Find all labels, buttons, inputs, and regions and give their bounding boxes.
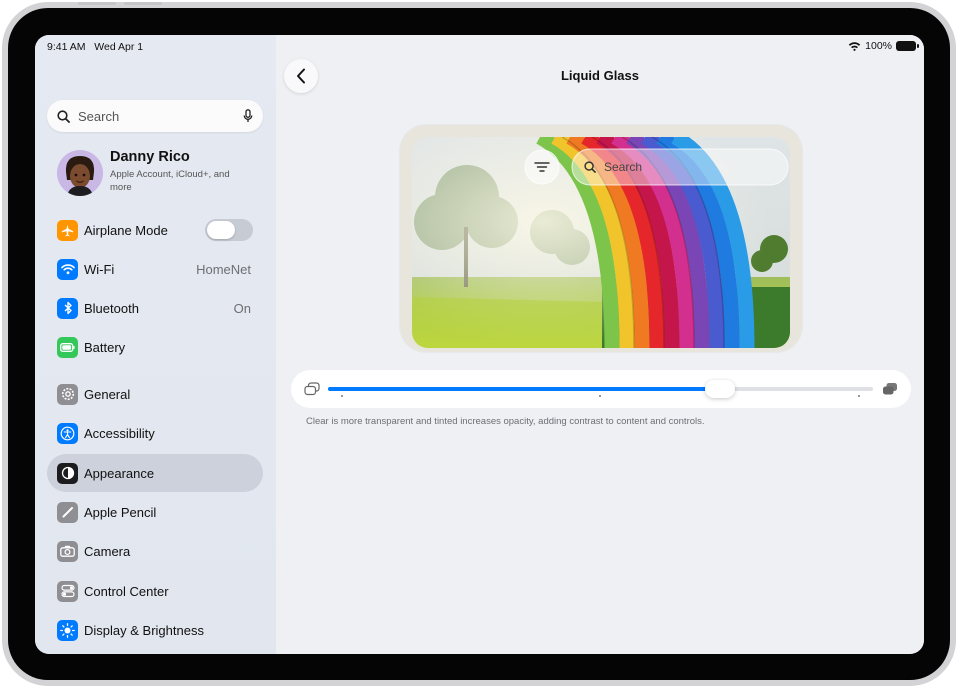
sidebar-item-camera[interactable]: Camera — [47, 532, 263, 570]
sidebar-item-wifi[interactable]: Wi-Fi HomeNet — [47, 250, 263, 288]
wifi-icon — [57, 258, 78, 280]
profile-name: Danny Rico — [110, 149, 190, 165]
airplane-icon — [57, 219, 78, 241]
sidebar-item-airplane-mode[interactable]: Airplane Mode — [47, 211, 263, 249]
liquid-glass-preview-frame: Search — [400, 125, 802, 352]
sidebar-item-value: HomeNet — [196, 261, 251, 277]
slider-caption: Clear is more transparent and tinted inc… — [306, 416, 705, 427]
status-date-text: Wed Apr 1 — [94, 41, 144, 53]
status-time-text: 9:41 AM — [47, 41, 86, 53]
status-time: 9:41 AM Wed Apr 1 — [47, 41, 143, 53]
volume-button — [124, 2, 162, 5]
sidebar-item-control-center[interactable]: Control Center — [47, 572, 263, 610]
sidebar-item-display-brightness[interactable]: Display & Brightness — [47, 611, 263, 649]
glass-opacity-slider-card — [291, 370, 911, 408]
clear-glass-icon — [304, 382, 320, 396]
control-center-icon — [57, 580, 78, 602]
avatar — [57, 150, 103, 196]
screen: 9:41 AM Wed Apr 1 Search Danny Rico Appl — [35, 35, 924, 654]
sidebar-item-value: On — [233, 300, 251, 316]
appearance-icon — [57, 462, 78, 484]
sidebar-item-label: Airplane Mode — [84, 222, 168, 238]
sidebar-item-bluetooth[interactable]: Bluetooth On — [47, 289, 263, 327]
page-title: Liquid Glass — [560, 68, 639, 83]
toggle-knob — [207, 221, 235, 239]
sidebar-item-appearance[interactable]: Appearance — [47, 454, 263, 492]
wifi-status-icon — [848, 42, 861, 51]
battery-status-icon — [896, 41, 919, 51]
gear-icon — [57, 383, 78, 405]
liquid-glass-preview-image: Search — [412, 137, 790, 348]
preview-search-field: Search — [572, 149, 788, 185]
airplane-mode-toggle[interactable] — [205, 219, 253, 241]
profile-subtitle: Apple Account, iCloud+, and more — [110, 169, 230, 193]
pencil-icon — [57, 501, 78, 523]
sidebar-item-label: Appearance — [84, 465, 155, 481]
slider-tick — [858, 395, 860, 397]
sidebar-item-general[interactable]: General — [47, 375, 263, 413]
camera-icon — [57, 540, 78, 562]
sidebar-item-label: General — [84, 386, 131, 402]
preview-search-placeholder: Search — [604, 160, 643, 174]
glass-opacity-slider[interactable] — [328, 380, 873, 398]
main-panel: 100% Liquid Glass Search Clear is more t… — [276, 35, 924, 654]
slider-tick — [341, 395, 343, 397]
sun-icon — [57, 619, 78, 641]
search-icon — [584, 161, 596, 173]
sidebar-item-label: Control Center — [84, 583, 169, 599]
sidebar-item-label: Bluetooth — [84, 300, 139, 316]
account-profile[interactable]: Danny Rico Apple Account, iCloud+, and m… — [47, 145, 263, 201]
slider-thumb[interactable] — [705, 380, 736, 398]
sidebar-item-label: Wi-Fi — [84, 261, 115, 277]
filter-button[interactable] — [525, 150, 559, 184]
accessibility-icon — [57, 422, 78, 444]
sidebar-item-label: Camera — [84, 543, 131, 559]
sidebar-item-label: Apple Pencil — [84, 504, 157, 520]
volume-button — [78, 2, 116, 5]
sidebar-item-apple-pencil[interactable]: Apple Pencil — [47, 493, 263, 531]
status-indicators: 100% — [848, 40, 919, 52]
filter-icon — [534, 162, 550, 172]
sidebar: 9:41 AM Wed Apr 1 Search Danny Rico Appl — [35, 35, 276, 654]
tinted-glass-icon — [883, 383, 897, 395]
microphone-icon[interactable] — [243, 109, 253, 123]
sidebar-item-label: Display & Brightness — [84, 622, 204, 638]
slider-tick — [599, 395, 601, 397]
bluetooth-icon — [57, 297, 78, 319]
sidebar-search-field[interactable]: Search — [47, 100, 263, 132]
sidebar-item-accessibility[interactable]: Accessibility — [47, 414, 263, 452]
search-placeholder: Search — [78, 108, 120, 124]
battery-percent: 100% — [865, 40, 892, 52]
slider-fill — [328, 387, 721, 391]
sidebar-item-label: Accessibility — [84, 425, 155, 441]
sidebar-item-battery[interactable]: Battery — [47, 328, 263, 366]
sidebar-item-label: Battery — [84, 339, 126, 355]
battery-icon — [57, 336, 78, 358]
search-icon — [57, 109, 70, 123]
